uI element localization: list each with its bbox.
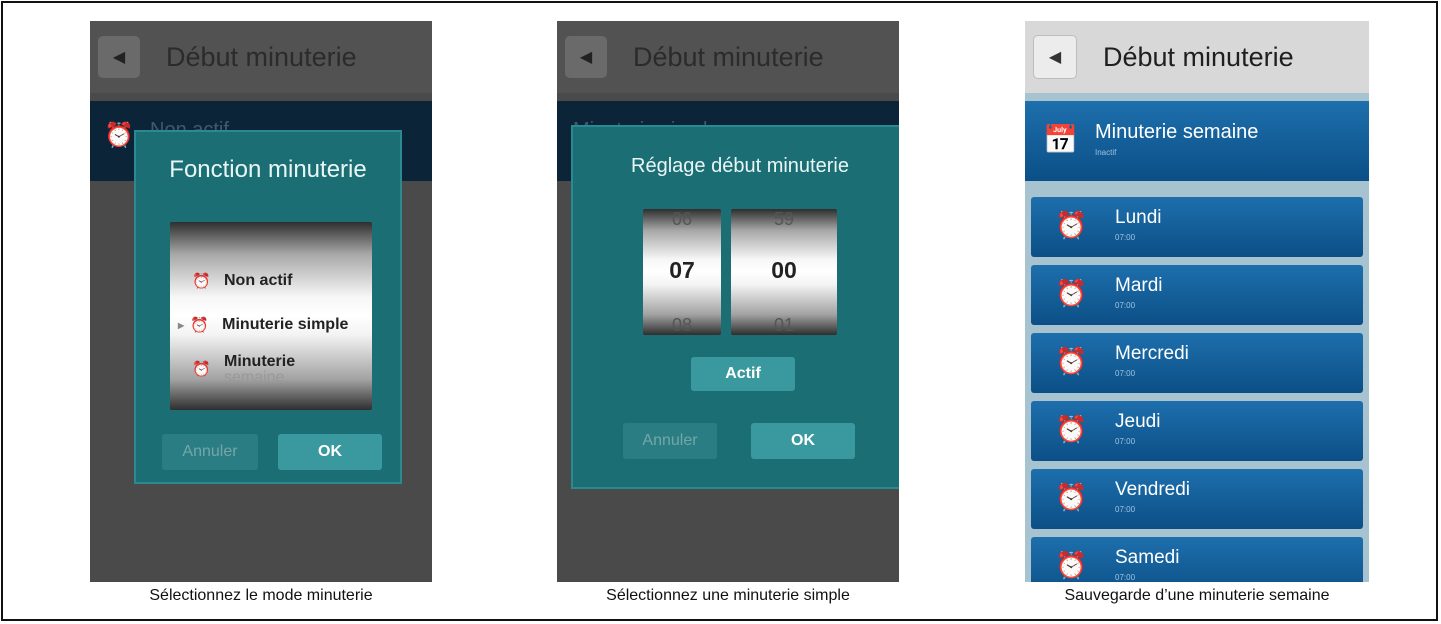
caption-1: Sélectionnez le mode minuterie <box>149 587 373 604</box>
day-label: Vendredi <box>1115 479 1191 500</box>
ok-button[interactable]: OK <box>278 434 382 470</box>
day-label: Mercredi <box>1115 343 1189 364</box>
day-row[interactable]: ⏰ Mardi 07:00 <box>1031 265 1363 325</box>
option-minuterie-semaine[interactable]: ⏰ Minuterie semaine <box>192 354 295 386</box>
cancel-button[interactable]: Annuler <box>623 423 717 459</box>
option-minuterie-simple[interactable]: ▶ ⏰ Minuterie simple <box>178 316 348 334</box>
day-time: 07:00 <box>1115 573 1136 582</box>
mode-picker[interactable]: ⏰ Non actif ▶ ⏰ Minuterie simple ⏰ Minut… <box>170 222 372 410</box>
alarm-clock-icon: ⏰ <box>1055 482 1088 512</box>
alarm-clock-icon: ⏰ <box>1055 346 1088 376</box>
screen-simple-timer: ◀ Début minuterie Minuterie simple Régla… <box>557 21 899 582</box>
alarm-clock-icon: ⏰ <box>1055 210 1088 240</box>
hour-prev: 06 <box>671 209 693 229</box>
alarm-clock-icon: ⏰ <box>1055 550 1088 580</box>
back-button[interactable]: ◀ <box>565 36 607 78</box>
timer-week-icon: ⏰ <box>192 361 211 378</box>
actif-toggle[interactable]: Actif <box>691 357 795 391</box>
header-bar: ◀ Début minuterie <box>1025 21 1369 93</box>
back-arrow-icon: ◀ <box>579 49 593 66</box>
day-time: 07:00 <box>1115 437 1136 446</box>
day-row[interactable]: ⏰ Samedi 07:00 <box>1031 537 1363 582</box>
dialog-title: Fonction minuterie <box>169 156 367 183</box>
back-arrow-icon: ◀ <box>112 49 126 66</box>
minute-value: 00 <box>771 257 797 283</box>
back-arrow-icon: ◀ <box>1048 49 1062 66</box>
header-title: Début minuterie <box>633 41 824 72</box>
caption-3: Sauvegarde d’une minuterie semaine <box>1064 587 1330 604</box>
header-title: Début minuterie <box>166 41 357 72</box>
weekly-timer-label: Minuterie semaine <box>1095 121 1259 143</box>
hour-next: 08 <box>671 315 693 335</box>
timer-simple-icon: ⏰ <box>190 317 209 334</box>
day-label: Samedi <box>1115 547 1180 568</box>
day-row[interactable]: ⏰ Mercredi 07:00 <box>1031 333 1363 393</box>
timer-function-dialog: Fonction minuterie ⏰ Non actif ▶ ⏰ Minut… <box>134 130 402 484</box>
day-time: 07:00 <box>1115 505 1136 514</box>
minute-picker[interactable]: 59 00 01 <box>731 209 837 335</box>
day-label: Mardi <box>1115 275 1163 296</box>
day-time: 07:00 <box>1115 301 1136 310</box>
timer-off-icon: ⏰ <box>192 273 211 290</box>
minute-next: 01 <box>773 315 795 335</box>
minute-prev: 59 <box>773 209 795 229</box>
dialog-title: Réglage début minuterie <box>631 155 849 177</box>
weekly-timer-row[interactable]: 📅 Minuterie semaine Inactif <box>1025 101 1369 181</box>
hour-picker[interactable]: 06 07 08 <box>643 209 721 335</box>
day-label: Lundi <box>1115 207 1162 228</box>
caption-2: Sélectionnez une minuterie simple <box>606 587 850 604</box>
day-row[interactable]: ⏰ Lundi 07:00 <box>1031 197 1363 257</box>
header-title: Début minuterie <box>1103 41 1294 72</box>
timer-off-icon: ⏰ <box>104 122 134 149</box>
option-non-actif[interactable]: ⏰ Non actif <box>192 272 292 290</box>
start-time-dialog: Réglage début minuterie 06 07 08 59 00 0… <box>571 125 899 489</box>
day-label: Jeudi <box>1115 411 1161 432</box>
cancel-button[interactable]: Annuler <box>162 434 258 470</box>
screen-timer-mode: ◀ Début minuterie ⏰ Non actif Fonction m… <box>90 21 432 582</box>
alarm-clock-icon: ⏰ <box>1055 278 1088 308</box>
header-bar: ◀ Début minuterie <box>557 21 899 93</box>
week-calendar-icon: 📅 <box>1043 124 1078 155</box>
selection-arrow-icon: ▶ <box>178 321 185 330</box>
weekly-timer-status: Inactif <box>1095 148 1117 157</box>
screen-weekly-timer: ◀ Début minuterie 📅 Minuterie semaine In… <box>1025 21 1369 582</box>
back-button[interactable]: ◀ <box>98 36 140 78</box>
day-time: 07:00 <box>1115 233 1136 242</box>
back-button[interactable]: ◀ <box>1033 35 1077 79</box>
day-row[interactable]: ⏰ Jeudi 07:00 <box>1031 401 1363 461</box>
hour-value: 07 <box>669 257 695 283</box>
day-time: 07:00 <box>1115 369 1136 378</box>
header-bar: ◀ Début minuterie <box>90 21 432 93</box>
day-row[interactable]: ⏰ Vendredi 07:00 <box>1031 469 1363 529</box>
alarm-clock-icon: ⏰ <box>1055 414 1088 444</box>
ok-button[interactable]: OK <box>751 423 855 459</box>
